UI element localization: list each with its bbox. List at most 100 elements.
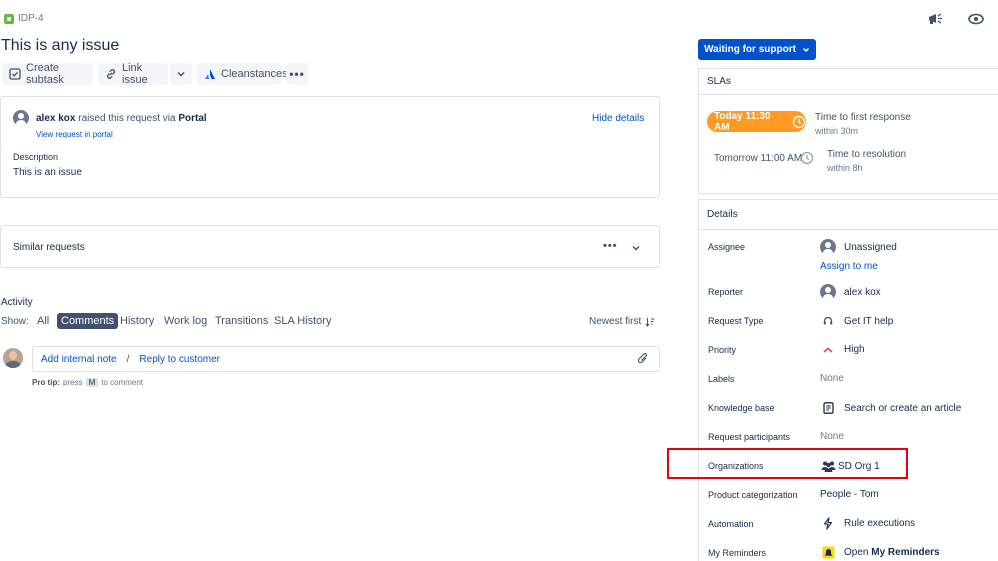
sla-resolution-name: Time to resolution [827, 149, 907, 160]
reply-to-customer-button[interactable]: Reply to customer [139, 354, 220, 365]
organizations-field[interactable]: SD Org 1 [820, 460, 880, 472]
create-subtask-button[interactable]: Create subtask [2, 62, 93, 86]
slas-title: SLAs [707, 76, 731, 87]
my-reminders-label: My Reminders [708, 548, 767, 558]
details-title: Details [707, 209, 738, 220]
sla-first-response-time: Today 11:30 AM [714, 110, 771, 133]
product-categorization-field[interactable]: People - Tom [820, 489, 879, 500]
sla-resolution-clock-icon [800, 151, 814, 168]
product-categorization-value: People - Tom [820, 489, 879, 500]
comment-separator: / [126, 354, 130, 365]
attachment-paperclip-icon[interactable] [637, 352, 649, 369]
sla-clock-icon [792, 115, 806, 129]
description-text[interactable]: This is an issue [13, 167, 82, 178]
priority-value: High [844, 344, 865, 355]
activity-show-label: Show: [1, 316, 29, 327]
priority-high-icon [820, 346, 836, 354]
request-participants-value: None [820, 431, 844, 442]
priority-field[interactable]: High [820, 344, 865, 355]
organizations-value: SD Org 1 [838, 460, 880, 472]
reporter-field[interactable]: alex kox [820, 284, 881, 300]
similar-expand-chevron-icon[interactable] [631, 242, 641, 256]
sla-resolution-remaining: within 8h [827, 163, 863, 173]
request-type-value: Get IT help [844, 315, 894, 327]
raised-reporter-name[interactable]: alex kox [36, 113, 75, 124]
link-issue-button[interactable]: Link issue [98, 62, 168, 86]
hide-details-link[interactable]: Hide details [592, 113, 644, 124]
automation-label: Automation [708, 519, 754, 529]
reporter-avatar [13, 110, 29, 126]
more-horizontal-icon: ••• [289, 67, 305, 81]
add-internal-note-button[interactable]: Add internal note [41, 354, 117, 365]
request-type-field[interactable]: Get IT help [820, 315, 893, 327]
sort-descending-icon [645, 317, 655, 327]
assignee-value: Unassigned [844, 241, 897, 253]
raised-line: alex kox raised this request via Portal [36, 113, 207, 124]
chevron-down-icon [176, 69, 186, 79]
issue-key[interactable]: IDP-4 [4, 13, 44, 24]
description-label: Description [13, 152, 59, 162]
reporter-value: alex kox [844, 286, 881, 298]
slas-divider [698, 94, 998, 95]
view-request-in-portal-link[interactable]: View request in portal [36, 130, 113, 139]
similar-requests-card[interactable]: Similar requests ••• [0, 225, 660, 268]
raised-text: raised this request via [78, 113, 176, 124]
raised-portal: Portal [178, 113, 207, 124]
knowledge-base-label: Knowledge base [708, 403, 775, 413]
status-dropdown-button[interactable]: Waiting for support [698, 39, 816, 60]
my-reminders-open: Open [844, 547, 869, 558]
tab-all[interactable]: All [33, 313, 53, 329]
feedback-megaphone-icon[interactable] [927, 11, 943, 27]
sla-resolution-time: Tomorrow 11:00 AM [714, 153, 803, 164]
link-issue-dropdown-button[interactable] [170, 63, 192, 85]
automation-field[interactable]: Rule executions [820, 517, 915, 530]
headset-icon [820, 315, 836, 327]
tab-history[interactable]: History [116, 313, 158, 329]
sort-order-button[interactable]: Newest first [589, 316, 655, 327]
watch-eye-icon[interactable] [968, 12, 984, 26]
similar-requests-title: Similar requests [13, 242, 85, 253]
pro-tip-suffix: to comment [101, 378, 144, 387]
issue-title[interactable]: This is any issue [1, 37, 119, 55]
cleanstances-label: Cleanstances [221, 68, 288, 80]
service-request-icon [4, 13, 14, 24]
reporter-avatar-icon [820, 284, 836, 300]
request-details-card: alex kox raised this request via Portal … [0, 96, 660, 198]
tab-comments[interactable]: Comments [57, 313, 119, 329]
request-participants-label: Request participants [708, 432, 791, 442]
request-type-label: Request Type [708, 316, 764, 326]
assign-to-me-link[interactable]: Assign to me [820, 261, 878, 272]
similar-more-icon[interactable]: ••• [603, 240, 618, 252]
link-issue-label: Link issue [122, 62, 148, 86]
status-label: Waiting for support [704, 44, 796, 55]
sla-first-response-remaining: within 30m [815, 126, 859, 136]
knowledge-base-value: Search or create an article [844, 402, 962, 414]
knowledge-base-field[interactable]: Search or create an article [820, 402, 961, 414]
pro-tip-key: M [85, 378, 99, 387]
status-chevron-down-icon [802, 46, 810, 54]
details-divider [698, 229, 998, 230]
pro-tip-label: Pro tip: [32, 378, 60, 387]
organizations-label: Organizations [708, 461, 764, 471]
my-reminders-field[interactable]: Open My Reminders [820, 546, 940, 559]
comment-box[interactable]: Add internal note / Reply to customer [32, 346, 660, 372]
cleanstances-button[interactable]: Cleanstances [197, 63, 288, 85]
lightning-bolt-icon [820, 517, 836, 530]
tab-work-log[interactable]: Work log [160, 313, 211, 329]
activity-heading: Activity [1, 297, 33, 308]
tab-transitions[interactable]: Transitions [211, 313, 272, 329]
labels-label: Labels [708, 374, 735, 384]
labels-field[interactable]: None [820, 373, 844, 384]
subtask-icon [9, 68, 21, 80]
automation-value: Rule executions [844, 518, 916, 529]
pro-tip: Pro tip: press M to comment [32, 378, 143, 387]
assignee-field[interactable]: Unassigned [820, 239, 897, 255]
request-participants-field[interactable]: None [820, 431, 844, 442]
tab-sla-history[interactable]: SLA History [270, 313, 335, 329]
organization-group-icon [820, 460, 836, 472]
reporter-label: Reporter [708, 287, 744, 297]
unassigned-avatar-icon [820, 239, 836, 255]
issue-key-label: IDP-4 [18, 13, 44, 24]
more-actions-button[interactable]: ••• [286, 63, 308, 85]
reminder-bell-icon [820, 546, 836, 559]
